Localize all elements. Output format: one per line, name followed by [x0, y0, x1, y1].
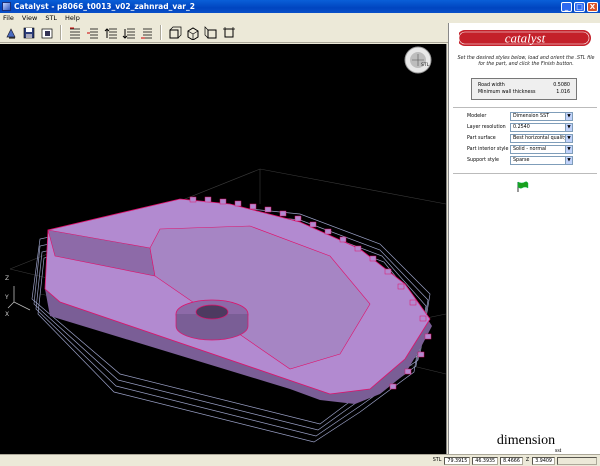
part-interior-row: Part interior style Solid - normal ▼: [455, 144, 597, 155]
layer-down-button[interactable]: [120, 24, 137, 41]
part-interior-select[interactable]: Solid - normal ▼: [510, 145, 573, 154]
maximize-button[interactable]: □: [574, 1, 585, 12]
status-x: 79.3915: [444, 456, 471, 465]
modeler-row: Modeler Dimension SST ▼: [455, 111, 597, 122]
slice-view-button[interactable]: [66, 24, 83, 41]
status-progress: [557, 456, 597, 465]
status-y: 46.3935: [472, 456, 499, 465]
wall-thickness-label: Minimum wall thickness: [478, 90, 536, 95]
dropdown-arrow-icon: ▼: [565, 135, 572, 142]
status-bar: STL 79.3915 46.3935 8.4666 Z 3.9409: [0, 454, 600, 466]
layer-toolpath-button[interactable]: [84, 24, 101, 41]
dropdown-arrow-icon: ▼: [565, 113, 572, 120]
status-extra: 3.9409: [532, 456, 555, 465]
print-button[interactable]: [38, 24, 55, 41]
scene: Z Y X STL: [4, 46, 446, 443]
dropdown-arrow-icon: ▼: [565, 124, 572, 131]
view-top-icon: [222, 26, 235, 37]
app-icon: [2, 2, 11, 11]
layer-resolution-row: Layer resolution 0.2540 ▼: [455, 122, 597, 133]
minimize-button[interactable]: _: [561, 1, 572, 12]
instructions: Set the desired styles below, load and o…: [457, 56, 595, 67]
catalyst-logo: catalyst: [459, 30, 591, 46]
3d-viewport[interactable]: Z Y X STL: [0, 44, 447, 454]
close-button[interactable]: X: [587, 1, 598, 12]
axis-triad: [7, 286, 31, 311]
status-file-type: STL: [432, 458, 442, 463]
layer-resolution-label: Layer resolution: [467, 125, 506, 130]
support-style-row: Support style Sparse ▼: [455, 155, 597, 166]
print-icon: [41, 28, 52, 38]
part-interior-label: Part interior style: [467, 147, 509, 152]
info-box: Road width 0.5080 Minimum wall thickness 1…: [471, 78, 577, 100]
flag-icon: [517, 181, 529, 192]
menu-stl[interactable]: STL: [45, 14, 57, 22]
dropdown-arrow-icon: ▼: [565, 146, 572, 153]
view-front-button[interactable]: [166, 24, 183, 41]
title-bar: Catalyst - p8066_t0013_v02_zahnrad_var_2…: [0, 0, 600, 13]
part-surface-label: Part surface: [467, 136, 496, 141]
finish-button[interactable]: [516, 181, 530, 195]
part-surface-select[interactable]: Best horizontal quality ▼: [510, 134, 573, 143]
view-top-button[interactable]: [220, 24, 237, 41]
part-surface-row: Part surface Best horizontal quality ▼: [455, 133, 597, 144]
menu-file[interactable]: File: [3, 14, 14, 22]
part-interior-value: Solid - normal: [513, 147, 547, 152]
dropdown-arrow-icon: ▼: [565, 157, 572, 164]
save-button[interactable]: [20, 24, 37, 41]
window-title: Catalyst - p8066_t0013_v02_zahnrad_var_2: [14, 2, 195, 11]
view-side-icon: [204, 25, 216, 38]
view-front-icon: [169, 26, 181, 38]
logo-text: catalyst: [505, 31, 546, 46]
settings-form: Modeler Dimension SST ▼ Layer resolution …: [455, 111, 597, 166]
status-z: 8.4666: [500, 456, 523, 465]
road-width-value: 0.5080: [553, 83, 570, 88]
layer-up-icon: [104, 27, 117, 38]
part-surface-value: Best horizontal quality: [513, 136, 568, 141]
settings-panel: catalyst Set the desired styles below, l…: [448, 23, 600, 454]
status-z-label: Z: [525, 458, 530, 463]
view-iso-button[interactable]: [184, 24, 201, 41]
support-style-label: Support style: [467, 158, 499, 163]
layer-list-icon: [140, 28, 152, 38]
navigator-label: STL: [421, 62, 430, 68]
view-side-button[interactable]: [202, 24, 219, 41]
separator: [453, 173, 597, 174]
layer-resolution-select[interactable]: 0.2540 ▼: [510, 123, 573, 132]
dimension-text: dimension: [497, 433, 555, 448]
axis-z-label: Z: [5, 275, 9, 282]
orient-button[interactable]: [2, 24, 19, 41]
layer-list-button[interactable]: [138, 24, 155, 41]
layer-up-button[interactable]: [102, 24, 119, 41]
toolbar-separator: [160, 25, 162, 40]
view-navigator-icon[interactable]: STL: [404, 46, 432, 74]
toolbar-separator: [60, 25, 62, 40]
axis-y-label: Y: [4, 294, 9, 301]
view-iso-icon: [187, 26, 198, 40]
layer-toolpath-icon: [86, 28, 98, 38]
modeler-label: Modeler: [467, 114, 487, 119]
menu-view[interactable]: View: [22, 14, 37, 22]
road-width-label: Road width: [478, 83, 505, 88]
separator: [453, 107, 597, 108]
menu-help[interactable]: Help: [65, 14, 80, 22]
slice-view-icon: [69, 27, 80, 38]
menu-bar: File View STL Help: [0, 13, 600, 23]
layer-resolution-value: 0.2540: [513, 125, 530, 130]
dimension-logo: dimension sst: [497, 433, 562, 454]
modeler-value: Dimension SST: [513, 114, 550, 119]
axis-x-label: X: [5, 311, 9, 318]
orient-icon: [5, 27, 16, 38]
save-icon: [23, 27, 34, 38]
gear-part: [44, 196, 432, 404]
wall-thickness-value: 1.016: [556, 90, 570, 95]
support-style-select[interactable]: Sparse ▼: [510, 156, 573, 165]
modeler-select[interactable]: Dimension SST ▼: [510, 112, 573, 121]
support-style-value: Sparse: [513, 158, 530, 163]
layer-down-icon: [122, 28, 135, 39]
